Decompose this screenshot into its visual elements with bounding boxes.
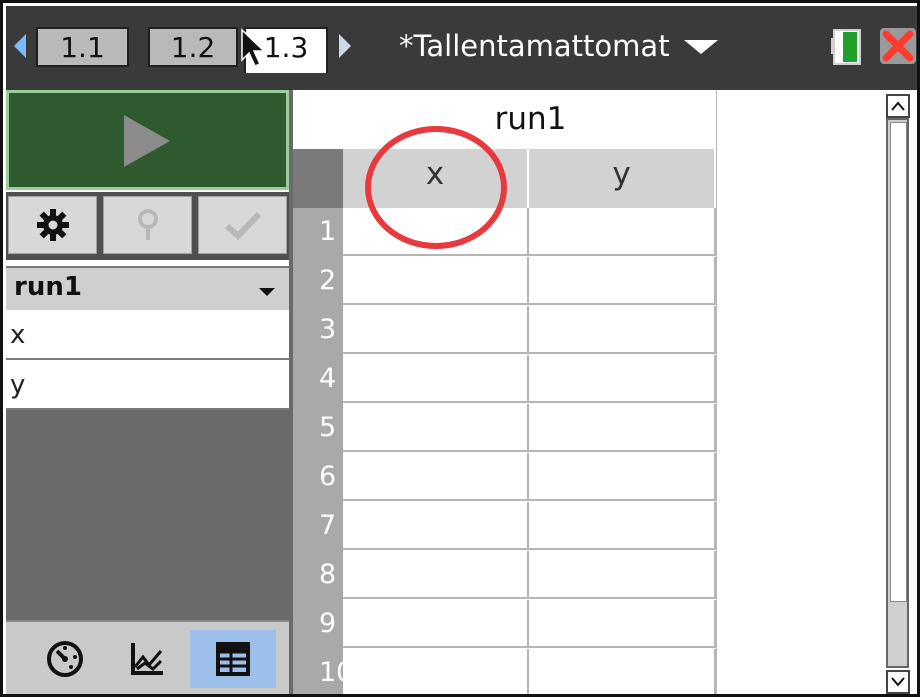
row-number[interactable]: 3 [293, 306, 343, 354]
app-window: 1.1 1.2 1.3 *Tallentamattomat run1 x y r… [0, 0, 920, 697]
row-number[interactable]: 7 [293, 502, 343, 550]
row-number[interactable]: 4 [293, 355, 343, 403]
row-number-column: 1 2 3 4 5 6 7 8 9 10 [293, 208, 353, 694]
vertical-scrollbar[interactable] [878, 90, 917, 694]
mouse-cursor-icon [241, 28, 266, 67]
view-tabs [6, 620, 289, 694]
table-cell[interactable] [529, 404, 716, 452]
nav-right-arrow-icon[interactable] [339, 34, 351, 58]
row-number[interactable]: 10 [293, 649, 353, 694]
row-number[interactable]: 6 [293, 453, 343, 501]
table-cell[interactable] [343, 649, 529, 694]
table-cell[interactable] [529, 649, 716, 694]
dropdown-triangle-icon[interactable] [684, 40, 718, 54]
empty-column-area[interactable] [716, 90, 879, 694]
graph-icon [131, 643, 163, 675]
check-icon [224, 211, 261, 240]
variable-row-x[interactable]: x [6, 310, 289, 360]
variable-label: y [10, 370, 26, 400]
table-cell[interactable] [343, 404, 529, 452]
scroll-up-button[interactable] [886, 94, 910, 118]
graph-view-tab[interactable] [104, 630, 190, 688]
scroll-track[interactable] [886, 118, 909, 668]
battery-icon [831, 29, 861, 65]
table-cell[interactable] [343, 257, 529, 305]
table-cell[interactable] [343, 306, 529, 354]
row-number[interactable]: 5 [293, 404, 343, 452]
row-number[interactable]: 9 [293, 600, 343, 648]
chevron-up-icon [891, 101, 905, 111]
table-cell[interactable] [343, 502, 529, 550]
settings-button[interactable] [8, 196, 97, 254]
row-number[interactable]: 1 [293, 208, 343, 256]
column-header-y[interactable]: y [529, 149, 716, 208]
table-cell[interactable] [529, 257, 716, 305]
table-cell[interactable] [529, 306, 716, 354]
table-cell[interactable] [529, 600, 716, 648]
meter-icon [47, 641, 83, 677]
scroll-thumb[interactable] [890, 122, 907, 602]
gear-icon [36, 209, 69, 241]
table-cell[interactable] [529, 551, 716, 599]
table-cell[interactable] [343, 551, 529, 599]
meter-view-tab[interactable] [22, 630, 108, 688]
variable-row-y[interactable]: y [6, 360, 289, 410]
table-view-tab[interactable] [190, 630, 276, 688]
tab-1-2[interactable]: 1.2 [148, 27, 238, 67]
left-panel-empty [6, 410, 289, 620]
document-title[interactable]: *Tallentamattomat [399, 21, 670, 71]
table-icon [216, 642, 250, 676]
play-button[interactable] [6, 90, 289, 190]
table-cell[interactable] [343, 453, 529, 501]
table-cell[interactable] [343, 355, 529, 403]
tab-1-1[interactable]: 1.1 [36, 27, 129, 67]
highlight-circle [365, 126, 507, 249]
table-cell[interactable] [529, 502, 716, 550]
tool-row [6, 192, 289, 260]
table-cell[interactable] [529, 208, 716, 256]
table-corner[interactable] [293, 149, 343, 208]
scroll-down-button[interactable] [886, 670, 910, 694]
marker-icon [137, 209, 158, 240]
chevron-down-icon [891, 677, 905, 687]
play-icon [124, 115, 170, 167]
row-number[interactable]: 8 [293, 551, 343, 599]
nav-left-arrow-icon[interactable] [14, 34, 26, 58]
top-bar: 1.1 1.2 1.3 *Tallentamattomat [6, 6, 918, 90]
chevron-down-icon [259, 288, 275, 296]
row-number[interactable]: 2 [293, 257, 343, 305]
marker-button[interactable] [103, 196, 192, 254]
variable-label: x [10, 320, 26, 350]
dataset-select[interactable]: run1 [6, 266, 289, 310]
close-icon[interactable] [878, 24, 918, 68]
table-cell[interactable] [529, 355, 716, 403]
keep-button[interactable] [198, 196, 287, 254]
dataset-label: run1 [14, 272, 82, 302]
table-cell[interactable] [529, 453, 716, 501]
table-cell[interactable] [343, 600, 529, 648]
